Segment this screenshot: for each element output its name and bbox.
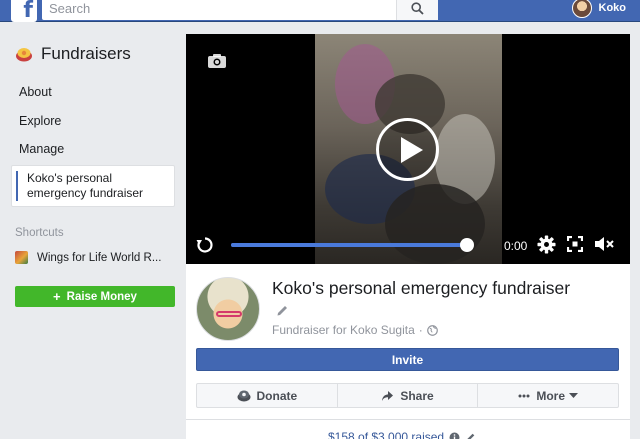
search-icon (411, 1, 424, 15)
sidebar-header: Fundraisers (15, 44, 131, 64)
share-label: Share (400, 388, 434, 403)
raise-money-button[interactable]: + Raise Money (15, 286, 175, 307)
fundraiser-profile-photo[interactable] (196, 277, 260, 341)
donate-label: Donate (256, 388, 298, 403)
settings-button[interactable] (537, 235, 556, 259)
fundraiser-icon (16, 48, 32, 62)
fundraiser-main: 0:00 Koko's personal emergency fundraise… (186, 34, 630, 439)
search-input[interactable] (42, 0, 397, 20)
sidebar-item-manage[interactable]: Manage (19, 142, 64, 156)
shortcut-label: Wings for Life World R... (37, 251, 162, 264)
caret-down-icon (569, 392, 579, 398)
gear-icon (537, 235, 556, 254)
shortcut-item[interactable]: Wings for Life World R... (15, 251, 167, 264)
invite-button[interactable]: Invite (196, 348, 619, 371)
sidebar-item-active-fundraiser[interactable]: Koko's personal emergency fundraiser (11, 165, 175, 207)
shortcut-thumbnail (15, 251, 28, 264)
replay-icon (196, 237, 213, 253)
fullscreen-icon (566, 235, 584, 253)
fundraiser-beneficiary: Fundraiser for Koko Sugita (272, 323, 415, 337)
fundraiser-subtitle: Fundraiser for Koko Sugita · (272, 323, 438, 337)
video-time: 0:00 (504, 239, 528, 253)
more-button[interactable]: More (478, 384, 618, 407)
edit-title-button[interactable] (276, 304, 289, 322)
left-sidebar: Fundraisers About Explore Manage Koko's … (0, 22, 185, 439)
plus-icon: + (53, 289, 61, 304)
profile-photo-detail (216, 311, 242, 317)
search-button[interactable] (396, 0, 438, 20)
fundraiser-title: Koko's personal emergency fundraiser (272, 278, 571, 298)
speaker-muted-icon (595, 237, 614, 251)
donate-button[interactable]: Donate (197, 384, 338, 407)
shortcuts-heading: Shortcuts (15, 227, 64, 239)
search-box (42, 0, 438, 20)
pencil-icon (277, 306, 287, 316)
more-label: More (536, 388, 566, 403)
sidebar-title: Fundraisers (41, 44, 131, 63)
section-divider (186, 419, 630, 420)
sidebar-item-about[interactable]: About (19, 85, 52, 99)
donate-icon (237, 389, 251, 402)
video-progress-fill (231, 243, 468, 247)
info-icon (449, 432, 460, 439)
separator-dot: · (418, 323, 423, 337)
raise-money-label: Raise Money (66, 290, 137, 303)
active-fundraiser-label: Koko's personal emergency fundraiser (27, 171, 144, 200)
video-controls: 0:00 (186, 232, 630, 258)
replay-button[interactable] (195, 235, 215, 260)
share-icon (381, 390, 394, 402)
user-name: Koko (598, 2, 627, 14)
mute-button[interactable] (594, 236, 614, 257)
amount-raised-text: $158 of $3,000 raised (328, 430, 445, 439)
top-navigation-bar: f Koko (0, 0, 640, 22)
pencil-icon (466, 433, 475, 439)
fullscreen-button[interactable] (566, 235, 584, 257)
fundraiser-action-bar: Donate Share More (196, 383, 619, 408)
camera-icon[interactable] (207, 53, 227, 74)
share-button[interactable]: Share (338, 384, 479, 407)
video-player[interactable]: 0:00 (186, 34, 630, 264)
ellipsis-icon (518, 394, 530, 398)
facebook-logo[interactable]: f (11, 0, 37, 22)
user-avatar (571, 0, 592, 18)
amount-raised-link[interactable]: $158 of $3,000 raised (328, 430, 476, 439)
video-progress-bar[interactable] (231, 238, 475, 252)
video-progress-handle[interactable] (460, 238, 475, 252)
play-button[interactable] (376, 118, 439, 181)
profile-link[interactable]: Koko (571, 0, 627, 19)
globe-icon (426, 324, 438, 336)
sidebar-item-explore[interactable]: Explore (19, 114, 61, 128)
